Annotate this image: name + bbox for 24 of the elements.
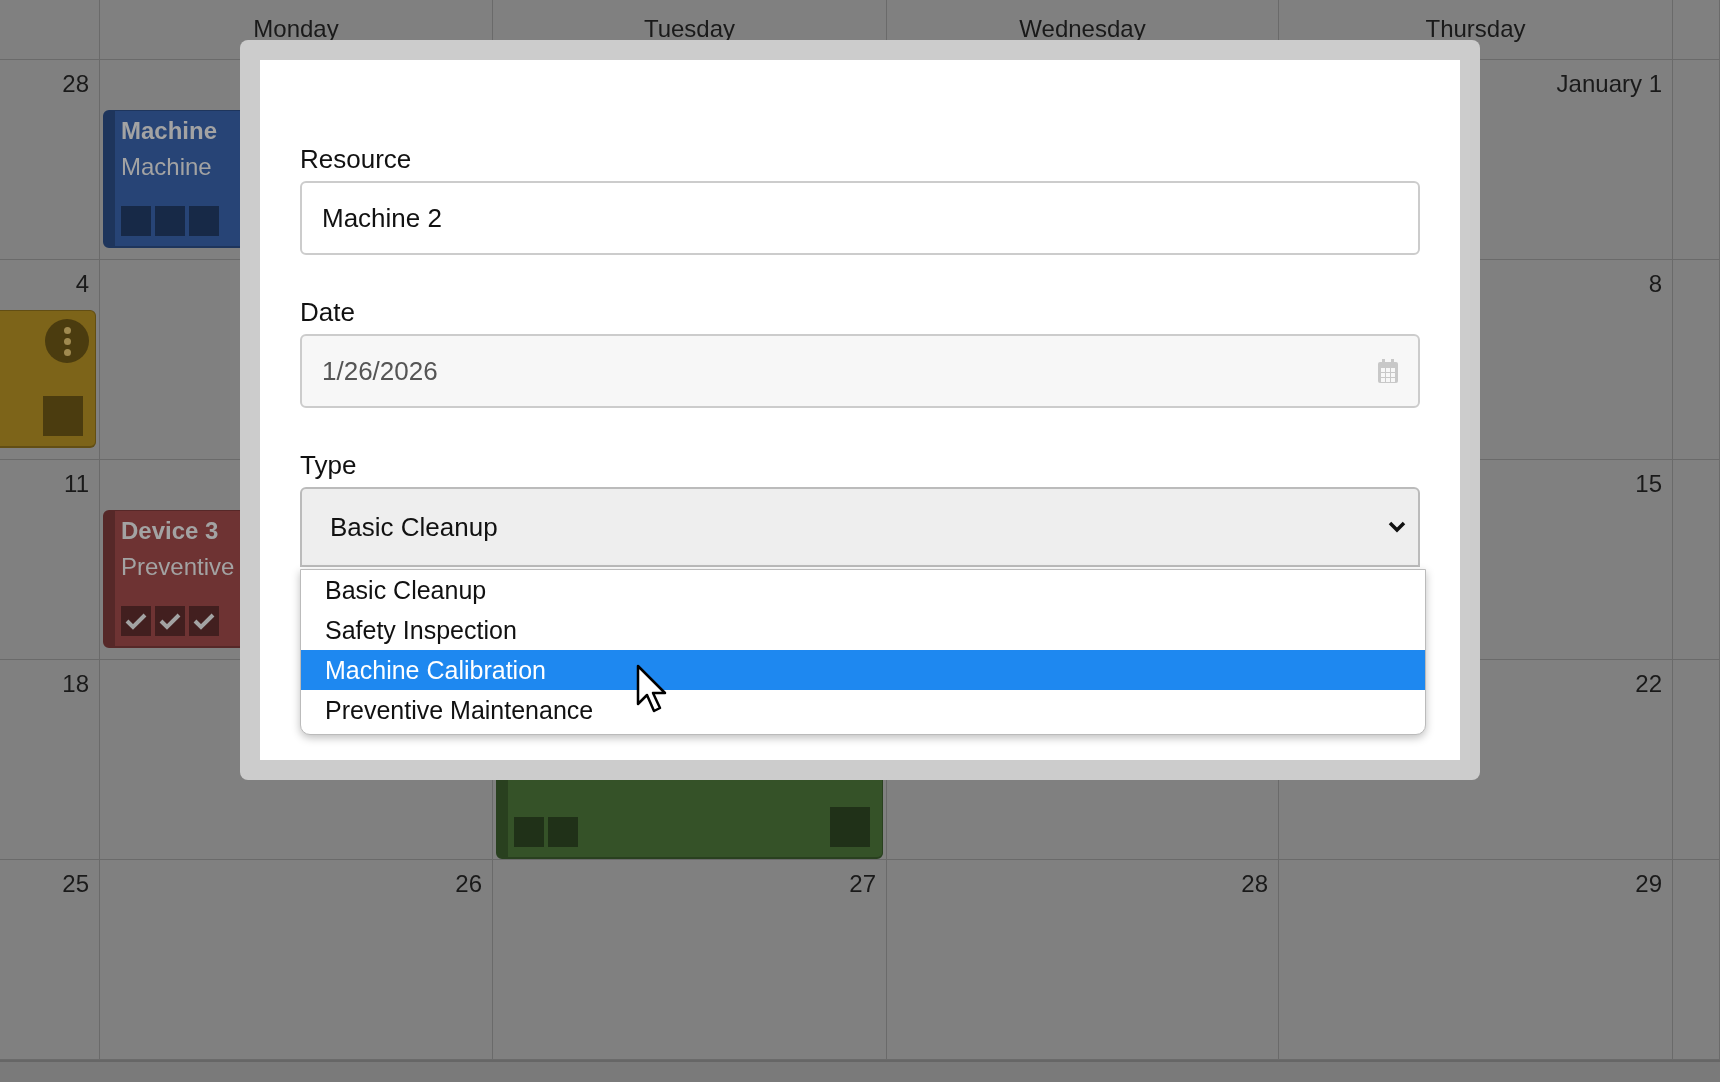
day-number: 28 <box>1241 870 1269 899</box>
event-title: Device 3 <box>121 517 219 545</box>
day-number: 25 <box>62 870 90 899</box>
field-label: Resource <box>300 144 413 175</box>
weekday-header: Thursday <box>1425 15 1526 43</box>
day-number: 11 <box>64 470 90 499</box>
day-number: 15 <box>1635 470 1663 499</box>
weekday-header: Tuesday <box>643 15 736 43</box>
day-number: 22 <box>1635 670 1663 699</box>
field-label: Type <box>300 450 358 481</box>
event-title: Machine <box>121 117 218 145</box>
day-number: 4 <box>75 270 90 299</box>
event-subtitle: Machine <box>121 153 212 181</box>
day-number: 29 <box>1635 870 1663 899</box>
day-number: January 1 <box>1556 70 1663 99</box>
field-label: Date <box>300 297 356 328</box>
weekday-header: Wednesday <box>1019 15 1146 43</box>
day-number: 8 <box>1648 270 1663 299</box>
event-subtitle: Preventive <box>121 553 235 581</box>
day-number: 27 <box>849 870 877 899</box>
day-number: 26 <box>455 870 483 899</box>
day-number: 18 <box>62 670 90 699</box>
day-number: 28 <box>62 70 90 99</box>
weekday-header: Monday <box>253 15 339 43</box>
